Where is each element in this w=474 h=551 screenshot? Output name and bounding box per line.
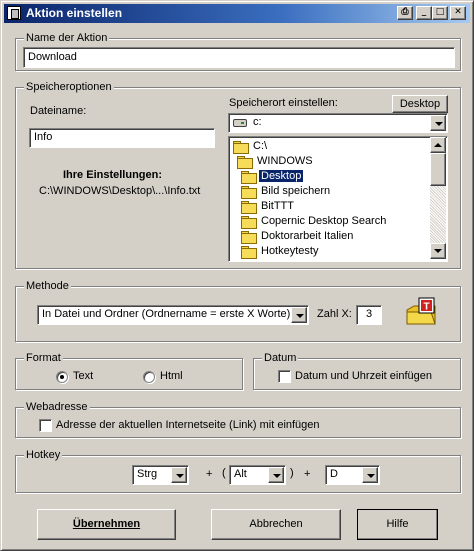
folder-open-icon (233, 141, 249, 154)
svg-text:T: T (423, 302, 429, 313)
folder-icon (241, 201, 257, 214)
print-button[interactable]: ⎙ (397, 6, 413, 20)
dialog-window: Aktion einstellen ⎙ _ □ ✕ Name der Aktio… (0, 0, 474, 551)
method-value: In Datei und Ordner (Ordnername = erste … (42, 308, 291, 320)
folder-icon (241, 246, 257, 259)
count-label: Zahl X: (317, 308, 352, 320)
chevron-down-icon[interactable] (171, 467, 187, 483)
folder-open-icon (241, 171, 257, 184)
method-legend: Methode (24, 280, 71, 292)
maximize-button[interactable]: □ (432, 6, 448, 20)
format-legend: Format (24, 352, 63, 364)
modifier1-select[interactable]: Strg (132, 465, 189, 485)
location-label: Speicherort einstellen: (229, 97, 338, 109)
minimize-button[interactable]: _ (416, 6, 432, 20)
folder-icon (241, 186, 257, 199)
scroll-down-icon[interactable] (430, 243, 446, 259)
format-group: Format Text Html (15, 352, 243, 390)
format-html-radio[interactable] (143, 371, 155, 383)
storage-group: Speicheroptionen Dateiname: Info Ihre Ei… (15, 81, 461, 269)
web-checkbox[interactable] (39, 419, 52, 432)
close-button[interactable]: ✕ (450, 6, 466, 20)
method-select[interactable]: In Datei und Ordner (Ordnername = erste … (37, 305, 309, 325)
modifier2-value: Alt (234, 468, 247, 480)
drive-icon (233, 119, 247, 127)
method-group: Methode In Datei und Ordner (Ordnername … (15, 280, 461, 342)
date-legend: Datum (262, 352, 299, 364)
modifier1-value: Strg (137, 468, 158, 480)
drive-value: c: (253, 116, 262, 128)
folder-icon (241, 216, 257, 229)
web-group: Webadresse Adresse der aktuellen Interne… (15, 401, 461, 438)
name-group: Name der Aktion Download (15, 32, 461, 71)
filename-label: Dateiname: (30, 105, 87, 117)
drive-select[interactable]: c: (228, 113, 448, 133)
date-group: Datum Datum und Uhrzeit einfügen (253, 352, 461, 390)
settings-heading: Ihre Einstellungen: (63, 169, 163, 181)
action-name-input[interactable]: Download (23, 47, 455, 68)
vertical-scrollbar[interactable] (430, 137, 446, 259)
hotkey-legend: Hotkey (24, 449, 63, 461)
hotkey-group: Hotkey Strg + ( Alt ) + D (15, 449, 461, 493)
filename-input[interactable]: Info (29, 128, 215, 148)
title-bar[interactable]: Aktion einstellen ⎙ _ □ ✕ (4, 4, 470, 23)
format-text-radio[interactable] (56, 371, 68, 383)
help-button[interactable]: Hilfe (357, 509, 438, 540)
chevron-down-icon[interactable] (430, 115, 446, 131)
scroll-thumb[interactable] (430, 153, 446, 186)
key-select[interactable]: D (325, 465, 380, 485)
web-legend: Webadresse (24, 401, 90, 413)
count-input[interactable]: 3 (356, 305, 382, 325)
text-folder-icon[interactable]: T (405, 296, 437, 328)
apply-button[interactable]: Übernehmen (37, 509, 176, 540)
scroll-up-icon[interactable] (430, 137, 446, 153)
paren-close: ) (290, 467, 294, 479)
folder-icon (241, 231, 257, 244)
name-legend: Name der Aktion (24, 32, 110, 44)
cancel-button[interactable]: Abbrechen (211, 509, 341, 540)
storage-legend: Speicheroptionen (24, 81, 114, 93)
web-checkbox-label[interactable]: Adresse der aktuellen Internetseite (Lin… (56, 419, 320, 431)
chevron-down-icon[interactable] (362, 467, 378, 483)
format-html-label[interactable]: Html (160, 370, 183, 382)
folder-open-icon (237, 156, 253, 169)
plus-sign: + (206, 468, 213, 480)
window-title: Aktion einstellen (26, 6, 123, 20)
plus-sign: + (304, 468, 311, 480)
chevron-down-icon[interactable] (268, 467, 284, 483)
format-text-label[interactable]: Text (73, 370, 93, 382)
paren-open: ( (222, 467, 226, 479)
app-icon (7, 6, 21, 20)
key-value: D (330, 468, 338, 480)
date-checkbox[interactable] (278, 370, 291, 383)
date-checkbox-label[interactable]: Datum und Uhrzeit einfügen (295, 370, 432, 382)
settings-path: C:\WINDOWS\Desktop\...\Info.txt (39, 185, 201, 197)
modifier2-select[interactable]: Alt (229, 465, 286, 485)
chevron-down-icon[interactable] (291, 307, 307, 323)
folder-tree[interactable]: C:\ WINDOWS Desktop Bild speichern BitTT… (228, 136, 448, 262)
desktop-button[interactable]: Desktop (392, 95, 448, 113)
